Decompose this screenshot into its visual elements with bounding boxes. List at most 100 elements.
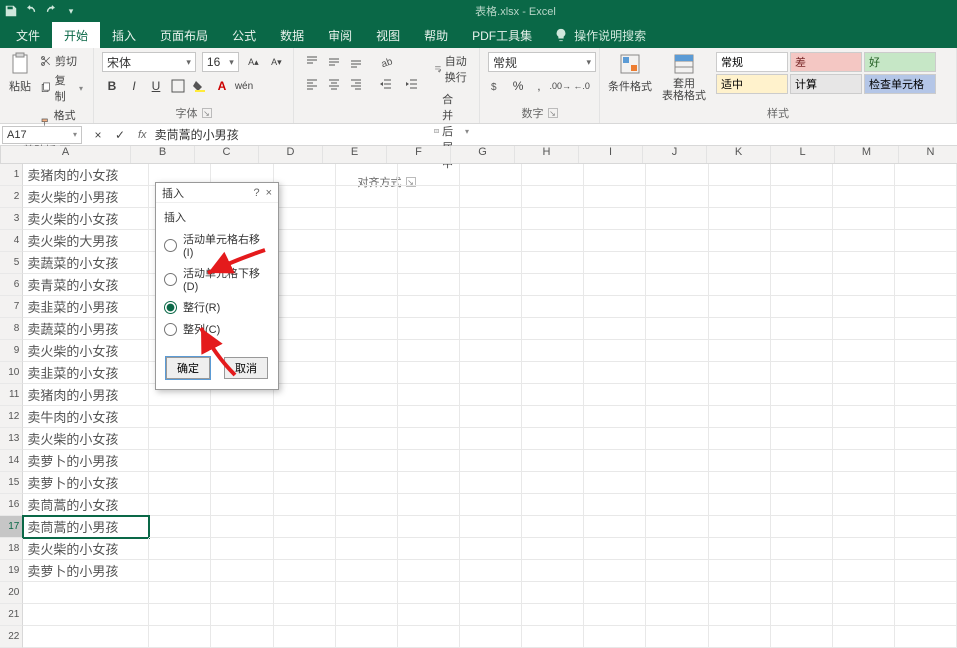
accounting-format-icon[interactable]: $ xyxy=(488,76,507,96)
row-header[interactable]: 7 xyxy=(0,296,23,318)
cell[interactable] xyxy=(895,582,957,604)
font-color-button[interactable]: A xyxy=(212,76,232,96)
cell[interactable] xyxy=(336,472,398,494)
cell[interactable] xyxy=(646,604,708,626)
cell[interactable] xyxy=(211,604,273,626)
cell[interactable] xyxy=(833,362,895,384)
cell[interactable] xyxy=(895,208,957,230)
radio-entire-column[interactable]: 整列(C) xyxy=(164,321,270,337)
cell[interactable] xyxy=(833,186,895,208)
cell[interactable] xyxy=(460,186,522,208)
cell[interactable] xyxy=(336,428,398,450)
cell[interactable] xyxy=(833,406,895,428)
cell[interactable] xyxy=(398,406,460,428)
fill-color-button[interactable] xyxy=(190,76,210,96)
cell[interactable] xyxy=(771,538,833,560)
cell[interactable] xyxy=(833,494,895,516)
cell[interactable] xyxy=(646,516,708,538)
cell[interactable] xyxy=(895,516,957,538)
cell[interactable] xyxy=(274,186,336,208)
cell[interactable] xyxy=(771,318,833,340)
cell[interactable] xyxy=(709,472,771,494)
cell[interactable] xyxy=(709,362,771,384)
orientation-button[interactable]: ab xyxy=(376,52,396,72)
cell[interactable] xyxy=(336,626,398,648)
cell[interactable] xyxy=(274,164,336,186)
cell[interactable] xyxy=(771,164,833,186)
cell[interactable] xyxy=(398,626,460,648)
cell[interactable] xyxy=(771,208,833,230)
cell[interactable] xyxy=(460,318,522,340)
cell[interactable] xyxy=(584,494,646,516)
cell[interactable] xyxy=(833,450,895,472)
qat-dropdown-icon[interactable]: ▾ xyxy=(64,4,78,18)
cell[interactable] xyxy=(895,362,957,384)
cell[interactable] xyxy=(709,252,771,274)
cell[interactable] xyxy=(274,626,336,648)
row-header[interactable]: 8 xyxy=(0,318,23,340)
cell[interactable] xyxy=(149,538,211,560)
row-header[interactable]: 5 xyxy=(0,252,23,274)
row-header[interactable]: 9 xyxy=(0,340,23,362)
cell[interactable] xyxy=(709,274,771,296)
cell[interactable] xyxy=(709,516,771,538)
row-header[interactable]: 14 xyxy=(0,450,23,472)
cell[interactable] xyxy=(522,186,584,208)
cell[interactable] xyxy=(522,274,584,296)
row-header[interactable]: 19 xyxy=(0,560,23,582)
cell[interactable] xyxy=(398,296,460,318)
cell[interactable]: 卖韭菜的小女孩 xyxy=(23,362,149,384)
cell[interactable] xyxy=(336,406,398,428)
cell[interactable] xyxy=(833,626,895,648)
cell[interactable] xyxy=(646,164,708,186)
cell[interactable] xyxy=(460,384,522,406)
cell[interactable] xyxy=(833,384,895,406)
cell[interactable] xyxy=(274,208,336,230)
cell[interactable] xyxy=(584,252,646,274)
decrease-decimal-icon[interactable]: ←.0 xyxy=(572,76,591,96)
increase-font-icon[interactable]: A▴ xyxy=(245,52,262,72)
increase-decimal-icon[interactable]: .00→ xyxy=(550,76,570,96)
borders-button[interactable] xyxy=(168,76,188,96)
cell[interactable] xyxy=(646,384,708,406)
tab-help[interactable]: 帮助 xyxy=(412,22,460,48)
cell[interactable] xyxy=(709,186,771,208)
cell[interactable] xyxy=(522,230,584,252)
column-header-B[interactable]: B xyxy=(131,146,195,163)
save-icon[interactable] xyxy=(4,4,18,18)
comma-format-icon[interactable]: , xyxy=(530,76,549,96)
cell[interactable] xyxy=(274,274,336,296)
cell[interactable] xyxy=(398,538,460,560)
cell[interactable] xyxy=(771,560,833,582)
cell[interactable] xyxy=(336,274,398,296)
cell[interactable] xyxy=(895,560,957,582)
cell[interactable] xyxy=(895,384,957,406)
cell[interactable] xyxy=(771,604,833,626)
cell[interactable] xyxy=(771,384,833,406)
cell[interactable] xyxy=(895,318,957,340)
cell[interactable]: 卖猪肉的小女孩 xyxy=(23,164,149,186)
cell-styles-gallery[interactable]: 常规 差 好 适中 计算 检查单元格 xyxy=(716,52,936,94)
cell[interactable] xyxy=(709,318,771,340)
cell[interactable] xyxy=(460,472,522,494)
cell[interactable] xyxy=(771,252,833,274)
column-header-D[interactable]: D xyxy=(259,146,323,163)
cell[interactable] xyxy=(460,362,522,384)
cell[interactable] xyxy=(895,538,957,560)
cell[interactable]: 卖火柴的小女孩 xyxy=(23,428,149,450)
cell[interactable] xyxy=(274,296,336,318)
cell[interactable] xyxy=(398,252,460,274)
style-neutral[interactable]: 适中 xyxy=(716,74,788,94)
cell[interactable] xyxy=(584,604,646,626)
cell[interactable] xyxy=(833,340,895,362)
cell[interactable] xyxy=(646,340,708,362)
cell[interactable] xyxy=(833,252,895,274)
cell[interactable] xyxy=(336,340,398,362)
font-size-combo[interactable]: 16▾ xyxy=(202,52,239,72)
cell[interactable] xyxy=(274,450,336,472)
cell[interactable]: 卖韭菜的小男孩 xyxy=(23,296,149,318)
fx-icon[interactable]: fx xyxy=(138,129,147,141)
cell[interactable] xyxy=(771,186,833,208)
cell[interactable] xyxy=(149,472,211,494)
cell[interactable] xyxy=(398,450,460,472)
